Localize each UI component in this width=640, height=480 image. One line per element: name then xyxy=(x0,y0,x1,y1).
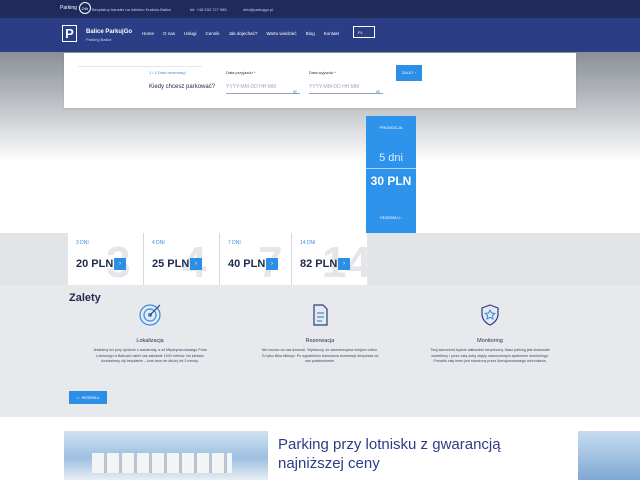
promo-reserve-link[interactable]: REZERWUJ › xyxy=(366,216,416,220)
logo-icon[interactable]: P xyxy=(62,25,77,42)
feature-title: Lokalizacja xyxy=(136,338,164,344)
price-card-4[interactable]: 4 4 DNI 25 PLN › xyxy=(144,233,219,285)
promo-price: 30 PLN xyxy=(370,174,412,188)
price-days: 4 DNI xyxy=(152,240,165,246)
step-progress-divider xyxy=(78,66,202,67)
calendar-icon[interactable]: ▤ xyxy=(376,89,380,94)
price-value: 82 PLN xyxy=(300,258,338,270)
price-value: 20 PLN xyxy=(76,258,114,270)
language-selector[interactable]: PL xyxy=(353,26,375,38)
nav-item-uslugi[interactable]: Usługi xyxy=(184,31,197,36)
feature-desc: Jesteśmy tuż przy zjeździe z autostrady,… xyxy=(93,348,207,363)
price-days: 3 DNI xyxy=(76,240,89,246)
price-value: 40 PLN xyxy=(228,258,266,270)
promo-days: 5 dni xyxy=(379,152,403,164)
promo-label: PROMOCJA xyxy=(379,125,403,130)
badge-24h-icon: 24h xyxy=(78,2,91,14)
feature-monitoring: Monitoring Twój samochód będzie całkowic… xyxy=(430,303,550,365)
feature-title: Rezerwacja xyxy=(305,338,335,344)
price-list: 3 3 DNI 20 PLN › 4 4 DNI 25 PLN › 7 7 DN… xyxy=(0,233,640,285)
car-icon: ▭ xyxy=(76,395,80,400)
arrival-label: Data przyjazdu * xyxy=(226,70,256,75)
reservation-form: 1 / 4 Data rezerwacji Kiedy chcesz parko… xyxy=(64,53,576,108)
parked-cars-image xyxy=(92,453,232,473)
brand-sub: Parking Balice xyxy=(86,37,112,42)
parking-24h-badge: Parking 24h xyxy=(60,2,91,14)
feature-desc: Nie musisz do nas dzwonić. Wystarczy, że… xyxy=(261,348,379,363)
nav-item-warto-wiedziec[interactable]: Warto wiedzieć xyxy=(266,31,296,36)
chevron-right-icon: › xyxy=(414,71,417,75)
form-step: 1 / 4 Data rezerwacji xyxy=(149,70,186,75)
feature-title: Monitoring xyxy=(477,338,503,344)
price-days: 14 DNI xyxy=(300,240,316,246)
document-icon xyxy=(313,304,328,326)
feature-lokalizacja: Lokalizacja Jesteśmy tuż przy zjeździe z… xyxy=(90,303,210,365)
parking-photo xyxy=(64,431,268,480)
nav-item-o-nas[interactable]: O nas xyxy=(163,31,175,36)
chevron-right-icon[interactable]: › xyxy=(190,258,202,270)
chevron-right-icon[interactable]: › xyxy=(114,258,126,270)
brand[interactable]: Balice ParkujGo Parking Balice xyxy=(86,28,132,44)
shield-star-icon xyxy=(481,304,499,326)
chevron-right-icon: › xyxy=(400,216,402,220)
nav-item-blog[interactable]: Blog xyxy=(306,31,315,36)
calendar-icon[interactable]: ▤ xyxy=(293,89,297,94)
feature-rezerwacja: Rezerwacja Nie musisz do nas dzwonić. Wy… xyxy=(260,303,380,365)
airport-photo xyxy=(578,431,640,480)
chevron-right-icon[interactable]: › xyxy=(338,258,350,270)
badge-word: Parking xyxy=(60,5,77,11)
price-card-14[interactable]: 14 14 DNI 82 PLN › xyxy=(292,233,371,285)
phone-link[interactable]: tel: +48 533 727 585 xyxy=(190,7,227,12)
promo-divider xyxy=(366,168,416,169)
price-card-3[interactable]: 3 3 DNI 20 PLN › xyxy=(68,233,143,285)
main-nav: P Balice ParkujGo Parking Balice Home O … xyxy=(0,18,640,52)
section-headline: Parking przy lotnisku z gwarancją najniż… xyxy=(278,436,501,472)
nav-item-kontakt[interactable]: Kontakt xyxy=(324,31,339,36)
reserve-button[interactable]: ▭ REZERWUJ xyxy=(69,391,107,404)
chevron-right-icon[interactable]: › xyxy=(266,258,278,270)
target-icon xyxy=(139,304,161,326)
next-label: DALEJ xyxy=(401,71,413,75)
transfer-info: Bezpłatny transfer na lotnisko Kraków-Ba… xyxy=(92,7,172,12)
nav-menu: Home O nas Usługi Cennik Jak dojechać? W… xyxy=(142,31,348,36)
nav-item-jak-dojechac[interactable]: Jak dojechać? xyxy=(229,31,258,36)
price-card-7[interactable]: 7 7 DNI 40 PLN › xyxy=(220,233,295,285)
email-link[interactable]: info@parkujgo.pl xyxy=(243,7,273,12)
departure-date-input[interactable] xyxy=(309,80,383,94)
promo-card[interactable]: PROMOCJA 5 dni 30 PLN REZERWUJ › xyxy=(366,116,416,234)
feature-desc: Twój samochód będzie całkowicie bezpiecz… xyxy=(430,348,550,363)
next-button[interactable]: DALEJ › xyxy=(396,65,422,81)
brand-name: Balice ParkujGo xyxy=(86,29,133,35)
departure-label: Data wyjazdu * xyxy=(309,70,336,75)
nav-item-cennik[interactable]: Cennik xyxy=(206,31,220,36)
price-days: 7 DNI xyxy=(228,240,241,246)
top-bar: Parking 24h Bezpłatny transfer na lotnis… xyxy=(0,0,640,18)
reserve-label: REZERWUJ xyxy=(81,395,100,400)
arrival-date-input[interactable] xyxy=(226,80,300,94)
form-question: Kiedy chcesz parkować? xyxy=(149,84,216,90)
price-value: 25 PLN xyxy=(152,258,190,270)
nav-item-home[interactable]: Home xyxy=(142,31,154,36)
